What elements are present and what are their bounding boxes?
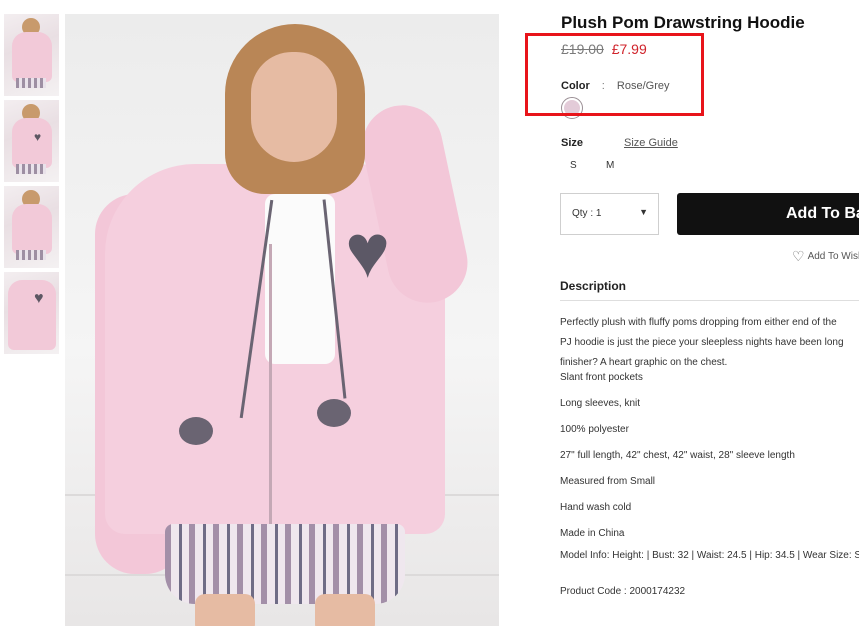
thumbnail-gallery: ♥ ♥: [4, 14, 59, 358]
add-to-wishlist-link[interactable]: ♡Add To Wishlist: [792, 248, 859, 265]
add-to-bag-button[interactable]: Add To Bag: [677, 193, 859, 235]
wishlist-label: Add To Wishlist: [807, 251, 859, 262]
feature-item: 27" full length, 42" chest, 42" waist, 2…: [560, 450, 795, 461]
heart-outline-icon: ♡: [792, 248, 805, 264]
model-plaid-shorts: [165, 524, 405, 604]
heart-icon: ♥: [34, 130, 42, 144]
highlight-box: [525, 33, 704, 116]
feature-item: Measured from Small: [560, 476, 656, 487]
thumbnail-1[interactable]: [4, 14, 59, 96]
thumbnail-4[interactable]: ♥: [4, 272, 59, 354]
hoodie-zipper: [269, 244, 272, 534]
thumbnail-shorts: [16, 250, 46, 260]
feature-item: 100% polyester: [560, 424, 629, 435]
thumbnail-3[interactable]: [4, 186, 59, 268]
description-line: Perfectly plush with fluffy poms droppin…: [560, 317, 837, 328]
model-leg-right: [315, 594, 375, 626]
thumbnail-hoodie: [12, 204, 52, 254]
model-face: [251, 52, 337, 162]
product-main-image[interactable]: ♥: [65, 14, 499, 626]
feature-item: Made in China: [560, 528, 625, 539]
thumbnail-hoodie: [12, 32, 52, 82]
thumbnail-hoodie: [12, 118, 52, 168]
size-label: Size: [561, 137, 584, 149]
thumbnail-2[interactable]: ♥: [4, 100, 59, 182]
heart-graphic-icon: ♥: [345, 209, 391, 294]
thumbnail-hoodie: [8, 280, 56, 350]
product-title: Plush Pom Drawstring Hoodie: [561, 13, 805, 32]
description-divider: [560, 300, 859, 301]
pom-pom-right: [317, 399, 351, 427]
pom-pom-left: [179, 417, 213, 445]
product-code: Product Code : 2000174232: [560, 586, 686, 597]
model-leg-left: [195, 594, 255, 626]
size-option-s[interactable]: S: [570, 160, 577, 171]
heart-icon: ♥: [34, 290, 44, 307]
quantity-value: Qty : 1: [572, 208, 602, 219]
chevron-down-icon: ▼: [639, 207, 648, 217]
feature-item: Hand wash cold: [560, 502, 632, 513]
thumbnail-shorts: [16, 78, 46, 88]
description-line: PJ hoodie is just the piece your sleeple…: [560, 337, 844, 348]
feature-item: Slant front pockets: [560, 372, 643, 383]
model-info: Model Info: Height: | Bust: 32 | Waist: …: [560, 550, 859, 561]
size-guide-link[interactable]: Size Guide: [624, 137, 678, 149]
thumbnail-shorts: [16, 164, 46, 174]
feature-item: Long sleeves, knit: [560, 398, 641, 409]
quantity-select[interactable]: Qty : 1 ▼: [560, 193, 659, 235]
description-text: Perfectly plush with fluffy poms droppin…: [560, 313, 859, 373]
description-heading: Description: [560, 279, 627, 293]
description-line: finisher? A heart graphic on the chest.: [560, 357, 728, 368]
size-option-m[interactable]: M: [606, 160, 614, 171]
